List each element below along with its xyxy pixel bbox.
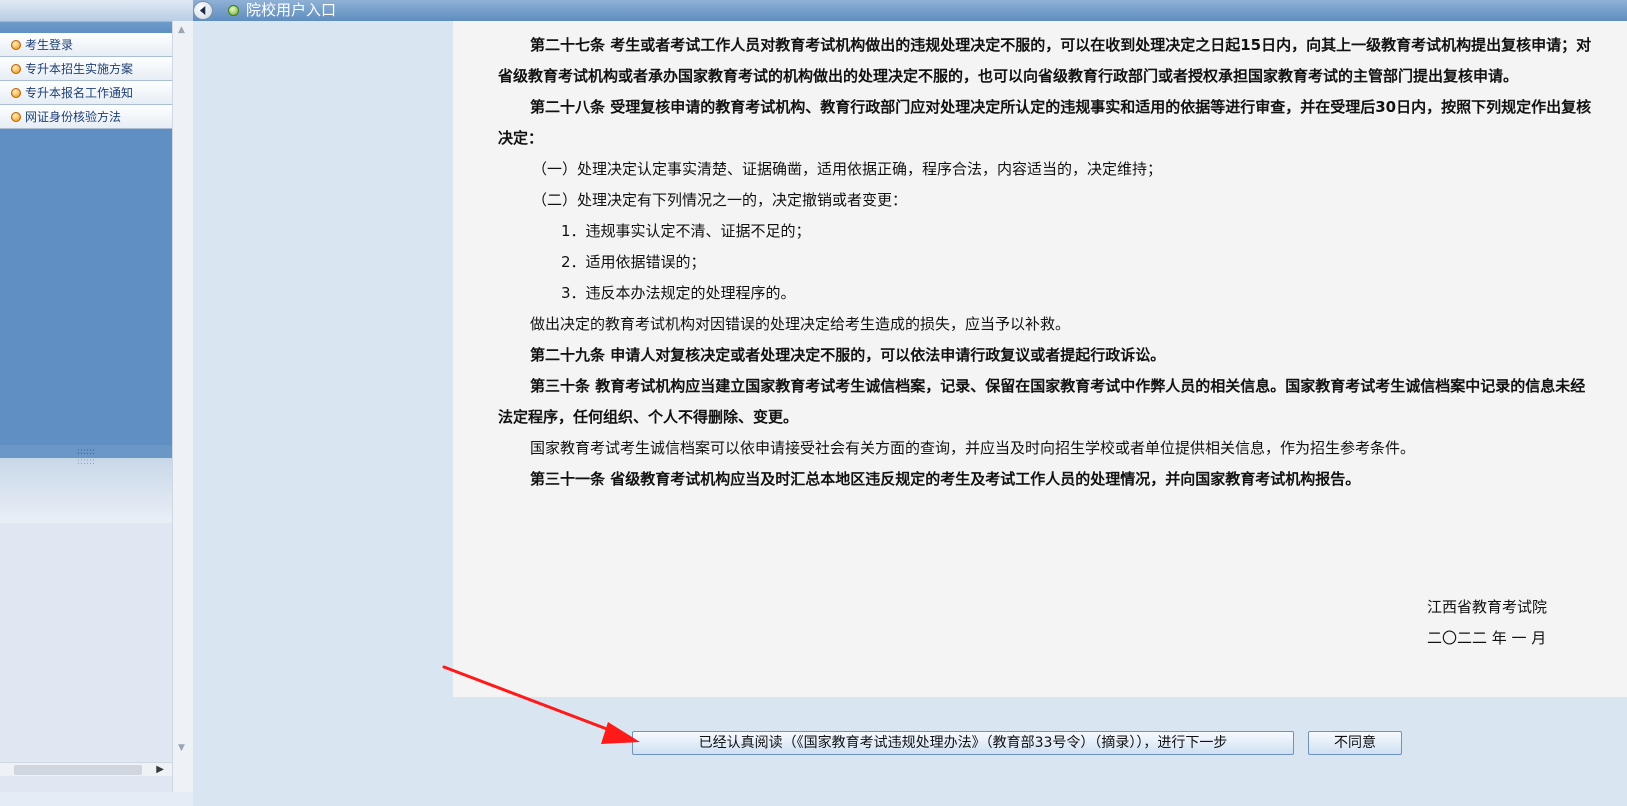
sidebar-item-enrollment-plan[interactable]: 专升本招生实施方案 — [0, 57, 172, 81]
back-button[interactable] — [193, 1, 213, 20]
main-content: 第二十七条 考生或者考试工作人员对教育考试机构做出的违规处理决定不服的，可以在收… — [193, 21, 1627, 806]
scroll-thumb[interactable] — [14, 765, 142, 775]
sidebar-item-label: 网证身份核验方法 — [25, 110, 122, 124]
sidebar-item-id-verification[interactable]: 网证身份核验方法 — [0, 105, 172, 129]
top-bar: 院校用户入口 — [0, 0, 1627, 21]
disagree-button[interactable]: 不同意 — [1308, 731, 1402, 755]
sidebar-menu-header — [0, 21, 172, 33]
document-signature: 江西省教育考试院 二〇二二 年 一 月 — [1427, 592, 1547, 654]
regulation-document: 第二十七条 考生或者考试工作人员对教育考试机构做出的违规处理决定不服的，可以在收… — [453, 21, 1627, 697]
bullet-icon — [11, 63, 21, 74]
sidebar-item-label: 专升本报名工作通知 — [25, 86, 134, 100]
signature-date: 二〇二二 年 一 月 — [1426, 629, 1547, 647]
sidebar-horizontal-scrollbar[interactable]: ▶ — [0, 762, 172, 776]
sidebar-lower-panel: :::::: — [0, 458, 172, 523]
sub-clause-3: 3．违反本办法规定的处理程序的。 — [561, 284, 796, 302]
article-29: 第二十九条 申请人对复核决定或者处理决定不服的，可以依法申请行政复议或者提起行政… — [530, 346, 1166, 364]
sidebar: 考生登录 专升本招生实施方案 专升本报名工作通知 网证身份核验方法 ::::::… — [0, 21, 193, 806]
bullet-icon — [11, 87, 21, 98]
arrow-left-icon — [199, 6, 205, 15]
sub-clause-2: 2．适用依据错误的； — [561, 253, 706, 271]
agree-next-button[interactable]: 已经认真阅读（《国家教育考试违规处理办法》（教育部33号令）（摘录）），进行下一… — [632, 731, 1294, 755]
portal-title: 院校用户入口 — [246, 1, 337, 19]
remedy-paragraph: 做出决定的教育考试机构对因错误的处理决定给考生造成的损失，应当予以补救。 — [530, 315, 1071, 333]
article-27: 第二十七条 考生或者考试工作人员对教育考试机构做出的违规处理决定不服的，可以在收… — [498, 36, 1592, 85]
sidebar-item-label: 专升本招生实施方案 — [25, 62, 134, 76]
scroll-right-icon[interactable]: ▶ — [156, 763, 164, 777]
signature-organization: 江西省教育考试院 — [1426, 598, 1547, 616]
sidebar-lower-fill — [0, 523, 172, 792]
sidebar-item-registration-notice[interactable]: 专升本报名工作通知 — [0, 81, 172, 105]
sub-clause-1: 1．违规事实认定不清、证据不足的； — [561, 222, 811, 240]
article-31: 第三十一条 省级教育考试机构应当及时汇总本地区违反规定的考生及考试工作人员的处理… — [530, 470, 1361, 488]
scroll-down-icon[interactable]: ▼ — [178, 743, 185, 753]
top-bar-left-strip — [0, 0, 193, 21]
clause-1: （一）处理决定认定事实清楚、证据确凿，适用依据正确，程序合法，内容适当的，决定维… — [532, 160, 1163, 178]
clause-2: （二）处理决定有下列情况之一的，决定撤销或者变更： — [532, 191, 908, 209]
sidebar-item-label: 考生登录 — [25, 38, 74, 52]
sidebar-menu-panel: 考生登录 专升本招生实施方案 专升本报名工作通知 网证身份核验方法 ::::::… — [0, 21, 172, 792]
portal-status-icon — [228, 5, 239, 16]
article-30: 第三十条 教育考试机构应当建立国家教育考试考生诚信档案，记录、保留在国家教育考试… — [498, 377, 1586, 426]
bullet-icon — [11, 39, 21, 50]
scroll-up-icon[interactable]: ▲ — [178, 25, 185, 35]
sidebar-item-candidate-login[interactable]: 考生登录 — [0, 33, 172, 57]
article-28: 第二十八条 受理复核申请的教育考试机构、教育行政部门应对处理决定所认定的违规事实… — [498, 98, 1592, 147]
splitter-grip[interactable]: :::::: — [0, 458, 172, 467]
bullet-icon — [11, 111, 21, 122]
sidebar-vertical-scrollbar[interactable]: ▲ ▼ — [172, 21, 193, 792]
integrity-file-paragraph: 国家教育考试考生诚信档案可以依申请接受社会有关方面的查询，并应当及时向招生学校或… — [530, 439, 1416, 457]
